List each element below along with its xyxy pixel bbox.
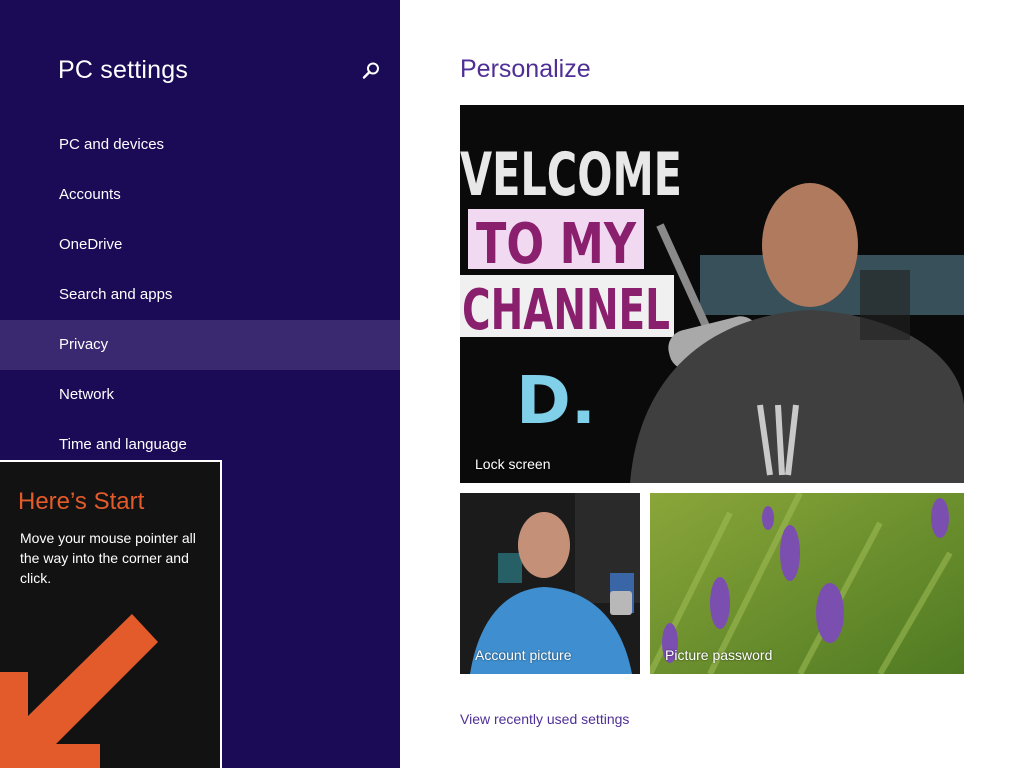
account-picture-label: Account picture [475,647,572,663]
view-recent-settings-link[interactable]: View recently used settings [460,711,629,727]
section-title: Personalize [460,55,591,83]
search-icon[interactable] [360,60,382,82]
lock-image-line-2: TO MY [476,212,637,277]
nav-list: PC and devices Accounts OneDrive Search … [0,120,400,470]
tip-body: Move your mouse pointer all the way into… [20,530,196,586]
lock-image-line-3: CHANNEL [462,278,670,343]
nav-item-network[interactable]: Network [0,370,400,420]
personalize-pane: Personalize VELCOME TO MY CHANNEL D. Loc… [400,0,1024,768]
lock-screen-label: Lock screen [475,456,551,472]
picture-password-tile[interactable]: Picture password [650,493,964,674]
lock-screen-image: VELCOME TO MY CHANNEL D. [460,105,964,483]
nav-item-search-and-apps[interactable]: Search and apps [0,270,400,320]
start-tip-panel[interactable]: Here’s Start Move your mouse pointer all… [0,460,222,768]
lock-screen-tile[interactable]: VELCOME TO MY CHANNEL D. Lock screen [460,105,964,483]
nav-title: PC settings [58,56,189,84]
nav-item-accounts[interactable]: Accounts [0,170,400,220]
lock-image-logo: D. [516,362,596,439]
tip-title: Here’s Start [18,488,145,515]
picture-password-label: Picture password [665,647,773,663]
arrow-down-left-icon [0,614,158,768]
nav-item-pc-and-devices[interactable]: PC and devices [0,120,400,170]
nav-item-onedrive[interactable]: OneDrive [0,220,400,270]
account-picture-tile[interactable]: Account picture [460,493,640,674]
nav-item-privacy[interactable]: Privacy [0,320,400,370]
lock-image-line-1: VELCOME [460,140,682,210]
